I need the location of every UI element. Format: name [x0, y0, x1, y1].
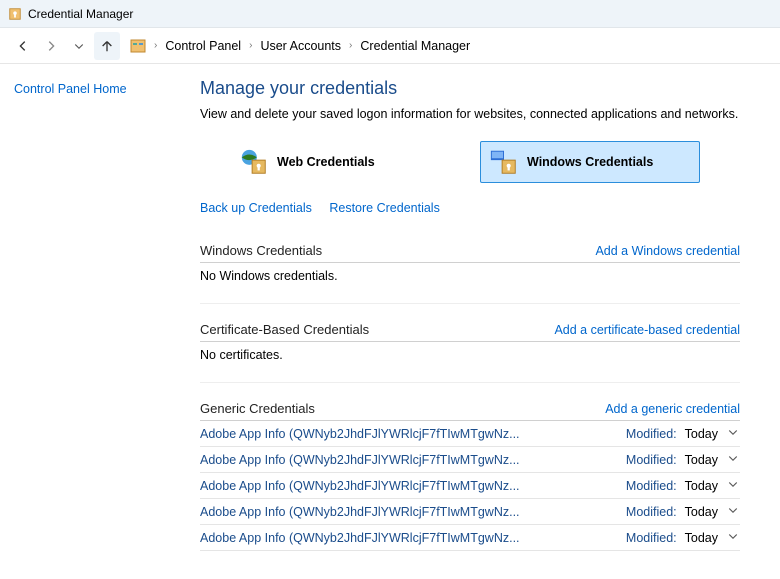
chevron-down-icon[interactable]	[726, 426, 740, 441]
web-credentials-label: Web Credentials	[277, 155, 375, 169]
title-bar: Credential Manager	[0, 0, 780, 28]
breadcrumb-level2[interactable]: Credential Manager	[360, 39, 470, 53]
web-credentials-icon	[239, 147, 269, 177]
windows-credentials-empty: No Windows credentials.	[200, 263, 740, 304]
control-panel-home-link[interactable]: Control Panel Home	[14, 82, 127, 96]
windows-credentials-section-header: Windows Credentials Add a Windows creden…	[200, 239, 740, 263]
credential-modified-label: Modified:	[626, 505, 677, 519]
credential-item[interactable]: Adobe App Info (QWNyb2JhdFJlYWRlcjF7fTIw…	[200, 447, 740, 473]
credential-modified-date: Today	[685, 427, 718, 441]
restore-credentials-link[interactable]: Restore Credentials	[329, 201, 439, 215]
add-windows-credential-link[interactable]: Add a Windows credential	[595, 244, 740, 258]
breadcrumb-level1[interactable]: User Accounts	[260, 39, 341, 53]
windows-credentials-heading: Windows Credentials	[200, 243, 322, 258]
credential-manager-icon	[8, 7, 22, 21]
credential-modified-label: Modified:	[626, 453, 677, 467]
chevron-down-icon[interactable]	[726, 504, 740, 519]
credential-modified-label: Modified:	[626, 479, 677, 493]
credential-name: Adobe App Info (QWNyb2JhdFJlYWRlcjF7fTIw…	[200, 531, 590, 545]
nav-bar: › Control Panel › User Accounts › Creden…	[0, 28, 780, 64]
credential-modified-date: Today	[685, 453, 718, 467]
certificate-credentials-empty: No certificates.	[200, 342, 740, 383]
backup-credentials-link[interactable]: Back up Credentials	[200, 201, 312, 215]
forward-button[interactable]	[38, 32, 64, 60]
credential-item[interactable]: Adobe App Info (QWNyb2JhdFJlYWRlcjF7fTIw…	[200, 421, 740, 447]
credential-modified-date: Today	[685, 531, 718, 545]
generic-credentials-section-header: Generic Credentials Add a generic creden…	[200, 397, 740, 421]
credential-item[interactable]: Adobe App Info (QWNyb2JhdFJlYWRlcjF7fTIw…	[200, 525, 740, 551]
control-panel-icon	[130, 38, 146, 54]
credential-modified-label: Modified:	[626, 531, 677, 545]
generic-credentials-heading: Generic Credentials	[200, 401, 315, 416]
up-button[interactable]	[94, 32, 120, 60]
sidebar: Control Panel Home	[0, 64, 180, 579]
add-generic-credential-link[interactable]: Add a generic credential	[605, 402, 740, 416]
breadcrumb[interactable]: › Control Panel › User Accounts › Creden…	[130, 38, 470, 54]
credential-name: Adobe App Info (QWNyb2JhdFJlYWRlcjF7fTIw…	[200, 505, 590, 519]
windows-credentials-label: Windows Credentials	[527, 155, 653, 169]
credential-modified-date: Today	[685, 479, 718, 493]
web-credentials-tile[interactable]: Web Credentials	[230, 141, 450, 183]
add-certificate-credential-link[interactable]: Add a certificate-based credential	[554, 323, 740, 337]
chevron-right-icon: ›	[154, 40, 157, 51]
page-title: Manage your credentials	[200, 78, 740, 99]
credential-item[interactable]: Adobe App Info (QWNyb2JhdFJlYWRlcjF7fTIw…	[200, 499, 740, 525]
chevron-down-icon[interactable]	[726, 452, 740, 467]
chevron-right-icon: ›	[249, 40, 252, 51]
back-button[interactable]	[10, 32, 36, 60]
windows-credentials-icon	[489, 147, 519, 177]
certificate-credentials-heading: Certificate-Based Credentials	[200, 322, 369, 337]
page-description: View and delete your saved logon informa…	[200, 107, 740, 121]
credential-item[interactable]: Adobe App Info (QWNyb2JhdFJlYWRlcjF7fTIw…	[200, 473, 740, 499]
generic-credentials-list: Adobe App Info (QWNyb2JhdFJlYWRlcjF7fTIw…	[200, 421, 740, 551]
main-content: Manage your credentials View and delete …	[180, 64, 780, 579]
credential-name: Adobe App Info (QWNyb2JhdFJlYWRlcjF7fTIw…	[200, 453, 590, 467]
credential-name: Adobe App Info (QWNyb2JhdFJlYWRlcjF7fTIw…	[200, 479, 590, 493]
chevron-right-icon: ›	[349, 40, 352, 51]
chevron-down-icon[interactable]	[726, 530, 740, 545]
window-title: Credential Manager	[28, 7, 133, 21]
recent-dropdown[interactable]	[66, 32, 92, 60]
credential-modified-label: Modified:	[626, 427, 677, 441]
windows-credentials-tile[interactable]: Windows Credentials	[480, 141, 700, 183]
credential-modified-date: Today	[685, 505, 718, 519]
chevron-down-icon[interactable]	[726, 478, 740, 493]
breadcrumb-root[interactable]: Control Panel	[165, 39, 241, 53]
certificate-credentials-section-header: Certificate-Based Credentials Add a cert…	[200, 318, 740, 342]
credential-name: Adobe App Info (QWNyb2JhdFJlYWRlcjF7fTIw…	[200, 427, 590, 441]
